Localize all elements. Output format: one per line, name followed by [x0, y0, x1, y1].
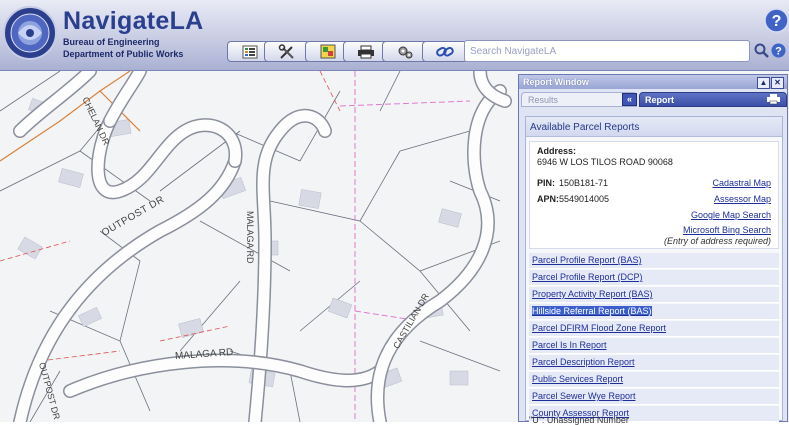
pin-label: PIN:	[537, 178, 555, 188]
tools-button[interactable]	[264, 41, 310, 62]
print-icon	[358, 45, 374, 58]
help-icon[interactable]: ?	[764, 8, 789, 33]
svg-text:?: ?	[775, 46, 782, 58]
pin-value: 150B181-71	[559, 178, 609, 188]
street-label-malaga-rd-vertical: MALAGA RD	[245, 211, 255, 264]
report-tabs: Results « Report	[519, 92, 787, 108]
available-reports-header: Available Parcel Reports	[526, 117, 782, 137]
google-map-search-link[interactable]: Google Map Search	[691, 210, 771, 220]
layers-icon	[320, 44, 336, 59]
parcel-info-box: Address: 6946 W LOS TILOS ROAD 90068 PIN…	[529, 141, 779, 249]
search-icon[interactable]	[754, 43, 769, 58]
report-link-sewer-wye[interactable]: Parcel Sewer Wye Report	[529, 389, 779, 405]
report-link-parcel-profile-dcp[interactable]: Parcel Profile Report (DCP)	[529, 270, 779, 286]
report-link-dfirm-flood-zone[interactable]: Parcel DFIRM Flood Zone Report	[529, 321, 779, 337]
window-restore-button[interactable]: ▲	[757, 77, 770, 89]
window-close-button[interactable]: ✕	[771, 77, 784, 89]
bing-note: (Entry of address required)	[663, 236, 771, 246]
assessor-map-link[interactable]: Assessor Map	[714, 194, 771, 204]
collapse-double-chevron-icon[interactable]: «	[622, 93, 637, 106]
report-link-hillside-referral[interactable]: Hillside Referral Report (BAS)	[529, 304, 779, 320]
report-list: Parcel Profile Report (BAS) Parcel Profi…	[529, 253, 779, 423]
address-value: 6946 W LOS TILOS ROAD 90068	[537, 157, 673, 167]
report-link-public-services[interactable]: Public Services Report	[529, 372, 779, 388]
bureau-label: Bureau of Engineering	[63, 37, 160, 47]
list-icon	[242, 45, 258, 58]
report-link-parcel-profile-bas[interactable]: Parcel Profile Report (BAS)	[529, 253, 779, 269]
report-link-parcel-is-in[interactable]: Parcel Is In Report	[529, 338, 779, 354]
report-link-parcel-description[interactable]: Parcel Description Report	[529, 355, 779, 371]
svg-text:?: ?	[772, 13, 782, 30]
address-label: Address:	[537, 146, 577, 156]
search-input[interactable]: Search NavigateLA	[464, 40, 750, 62]
cadastral-map-link[interactable]: Cadastral Map	[712, 178, 771, 188]
report-window-title: Report Window	[519, 75, 787, 89]
apn-value: 5549014005	[559, 194, 610, 204]
tools-icon	[278, 43, 294, 59]
link-button[interactable]	[422, 41, 468, 62]
report-window[interactable]: Report Window ▲ ✕ Results « Report Avail…	[518, 74, 788, 425]
print-report-icon[interactable]	[767, 94, 780, 105]
tab-report[interactable]: Report	[639, 92, 787, 107]
search-help-icon[interactable]: ?	[771, 43, 786, 58]
report-panel: Available Parcel Reports Address: 6946 W…	[525, 116, 783, 423]
tab-results[interactable]: Results	[521, 92, 637, 107]
bing-search-link[interactable]: Microsoft Bing Search	[683, 225, 771, 235]
city-seal-logo	[3, 6, 57, 60]
report-link-property-activity[interactable]: Property Activity Report (BAS)	[529, 287, 779, 303]
settings-icon	[398, 46, 413, 58]
app-header: NavigateLA Bureau of Engineering Departm…	[0, 0, 789, 71]
department-label: Department of Public Works	[63, 49, 184, 59]
link-icon	[436, 46, 454, 56]
unassigned-number-footnote: "U": Unassigned Number	[529, 415, 629, 425]
apn-label: APN:	[537, 194, 559, 204]
app-title: NavigateLA	[63, 7, 204, 35]
